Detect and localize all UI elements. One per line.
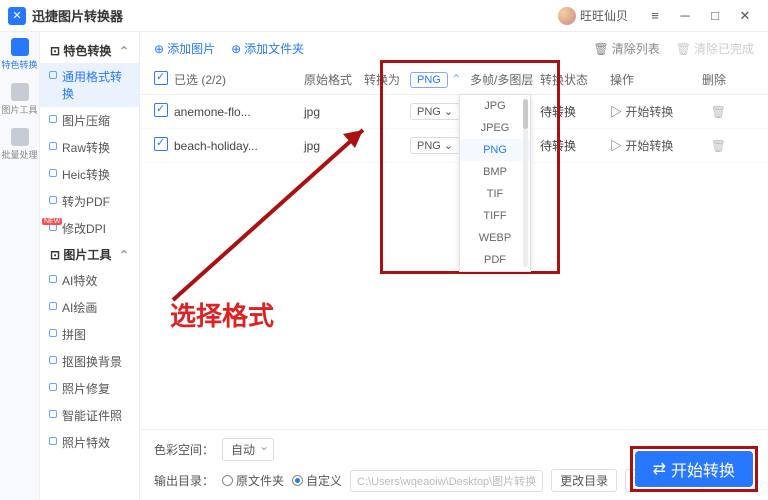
main-area: ⊕ 添加图片 ⊕ 添加文件夹 🗑 清除列表 🗑 清除已完成 已选 (2/2) 原… — [140, 32, 768, 500]
rail-item[interactable]: 特色转换 — [0, 38, 39, 71]
dropdown-scrollbar[interactable] — [523, 99, 528, 267]
delete-icon[interactable]: 🗑 — [711, 105, 726, 119]
sidebar-item[interactable]: 图片压缩 — [40, 107, 139, 134]
convert-status: 待转换 — [540, 103, 610, 120]
bullet-icon — [49, 356, 57, 364]
dropdown-option[interactable]: TIF — [460, 183, 530, 205]
orig-format: jpg — [304, 139, 364, 153]
sidebar-item[interactable]: Heic转换 — [40, 161, 139, 188]
format-dropdown[interactable]: JPGJPEGPNGBMPTIFTIFFWEBPPDF — [459, 94, 531, 272]
sidebar-item[interactable]: Raw转换 — [40, 134, 139, 161]
row-format-select[interactable]: PNG ⌄ — [410, 103, 460, 120]
start-row-button[interactable]: ▷ 开始转换 — [610, 137, 690, 154]
menu-icon[interactable]: ≡ — [640, 4, 670, 28]
dropdown-option[interactable]: JPG — [460, 95, 530, 117]
outdir-path[interactable]: C:\Users\wqeaoiw\Desktop\图片转换 — [350, 470, 543, 492]
col-selected: 已选 (2/2) — [174, 71, 304, 88]
sidebar: ⊡ 特色转换 ⌃通用格式转换图片压缩Raw转换Heic转换转为PDFNEW修改D… — [40, 32, 140, 500]
rail-item[interactable]: 批量处理 — [0, 128, 39, 161]
bullet-icon — [49, 410, 57, 418]
sidebar-item[interactable]: 转为PDF — [40, 188, 139, 215]
table-row: beach-holiday...jpg PNG ⌄ 待转换▷ 开始转换 🗑 — [140, 129, 768, 163]
outdir-label: 输出目录： — [154, 472, 214, 489]
username: 旺旺仙贝 — [580, 7, 628, 24]
sidebar-item[interactable]: 抠图换背景 — [40, 348, 139, 375]
delete-icon[interactable]: 🗑 — [711, 139, 726, 153]
sidebar-item[interactable]: NEW修改DPI — [40, 215, 139, 242]
start-convert-button[interactable]: ⇄ 开始转换 — [635, 451, 753, 487]
sidebar-item[interactable]: 照片修复 — [40, 375, 139, 402]
sidebar-item[interactable]: 拼图 — [40, 321, 139, 348]
bullet-icon — [49, 302, 57, 310]
sidebar-item[interactable]: 智能证件照 — [40, 402, 139, 429]
col-multi: 多帧/多图层 — [470, 71, 540, 88]
app-title: 迅捷图片转换器 — [32, 6, 123, 25]
dropdown-option[interactable]: BMP — [460, 161, 530, 183]
user-area[interactable]: 旺旺仙贝 — [558, 7, 628, 25]
sidebar-item[interactable]: AI绘画 — [40, 294, 139, 321]
clear-done-button[interactable]: 🗑 清除已完成 — [676, 40, 754, 57]
bullet-icon — [49, 169, 57, 177]
start-row-button[interactable]: ▷ 开始转换 — [610, 103, 690, 120]
rail-item[interactable]: 图片工具 — [0, 83, 39, 116]
maximize-button[interactable]: □ — [700, 4, 730, 28]
col-conv: 转换为 — [364, 71, 410, 88]
row-checkbox[interactable] — [154, 103, 168, 117]
outdir-src-radio[interactable]: 原文件夹 — [222, 472, 284, 489]
titlebar: ✕ 迅捷图片转换器 旺旺仙贝 ≡ ─ □ ✕ — [0, 0, 768, 32]
dropdown-option[interactable]: PDF — [460, 249, 530, 271]
bullet-icon — [49, 275, 57, 283]
col-op: 操作 — [610, 71, 690, 88]
bullet-icon — [49, 71, 57, 79]
col-status: 转换状态 — [540, 71, 610, 88]
add-image-button[interactable]: ⊕ 添加图片 — [154, 40, 215, 57]
convert-status: 待转换 — [540, 137, 610, 154]
change-dir-button[interactable]: 更改目录 — [551, 469, 617, 492]
toolbar: ⊕ 添加图片 ⊕ 添加文件夹 🗑 清除列表 🗑 清除已完成 — [140, 32, 768, 65]
col-orig: 原始格式 — [304, 71, 364, 88]
add-folder-button[interactable]: ⊕ 添加文件夹 — [231, 40, 304, 57]
bullet-icon — [49, 383, 57, 391]
sidebar-group[interactable]: ⊡ 图片工具 ⌃ — [40, 242, 139, 267]
rail-icon — [11, 83, 29, 101]
convert-format-select[interactable]: PNG — [410, 72, 448, 88]
select-all-checkbox[interactable] — [154, 71, 168, 85]
col-del: 删除 — [690, 71, 726, 88]
bullet-icon — [49, 196, 57, 204]
dropdown-option[interactable]: TIFF — [460, 205, 530, 227]
minimize-button[interactable]: ─ — [670, 4, 700, 28]
left-rail: 特色转换图片工具批量处理 — [0, 32, 40, 500]
close-button[interactable]: ✕ — [730, 4, 760, 28]
table-header: 已选 (2/2) 原始格式 转换为 PNG ⌃ 多帧/多图层 转换状态 操作 删… — [140, 65, 768, 95]
file-name: anemone-flo... — [174, 105, 304, 119]
outdir-custom-radio[interactable]: 自定义 — [292, 472, 342, 489]
avatar-icon — [558, 7, 576, 25]
colorspace-label: 色彩空间： — [154, 441, 214, 458]
rail-icon — [11, 38, 29, 56]
clear-list-button[interactable]: 🗑 清除列表 — [594, 40, 660, 57]
file-name: beach-holiday... — [174, 139, 304, 153]
row-format-select[interactable]: PNG ⌄ — [410, 137, 460, 154]
bullet-icon — [49, 437, 57, 445]
app-logo-icon: ✕ — [8, 7, 26, 25]
orig-format: jpg — [304, 105, 364, 119]
table-row: anemone-flo...jpg PNG ⌄ 待转换▷ 开始转换 🗑 — [140, 95, 768, 129]
dropdown-option[interactable]: JPEG — [460, 117, 530, 139]
row-checkbox[interactable] — [154, 137, 168, 151]
sidebar-item[interactable]: AI特效 — [40, 267, 139, 294]
rail-icon — [11, 128, 29, 146]
dropdown-option[interactable]: WEBP — [460, 227, 530, 249]
sidebar-item[interactable]: 通用格式转换 — [40, 63, 139, 107]
bullet-icon — [49, 142, 57, 150]
colorspace-select[interactable]: 自动 — [222, 438, 274, 461]
new-badge: NEW — [42, 218, 62, 225]
bullet-icon — [49, 329, 57, 337]
sidebar-item[interactable]: 照片特效 — [40, 429, 139, 456]
dropdown-option[interactable]: PNG — [460, 139, 530, 161]
sidebar-group[interactable]: ⊡ 特色转换 ⌃ — [40, 38, 139, 63]
annotation-cta-box: ⇄ 开始转换 — [630, 446, 758, 492]
bullet-icon — [49, 115, 57, 123]
